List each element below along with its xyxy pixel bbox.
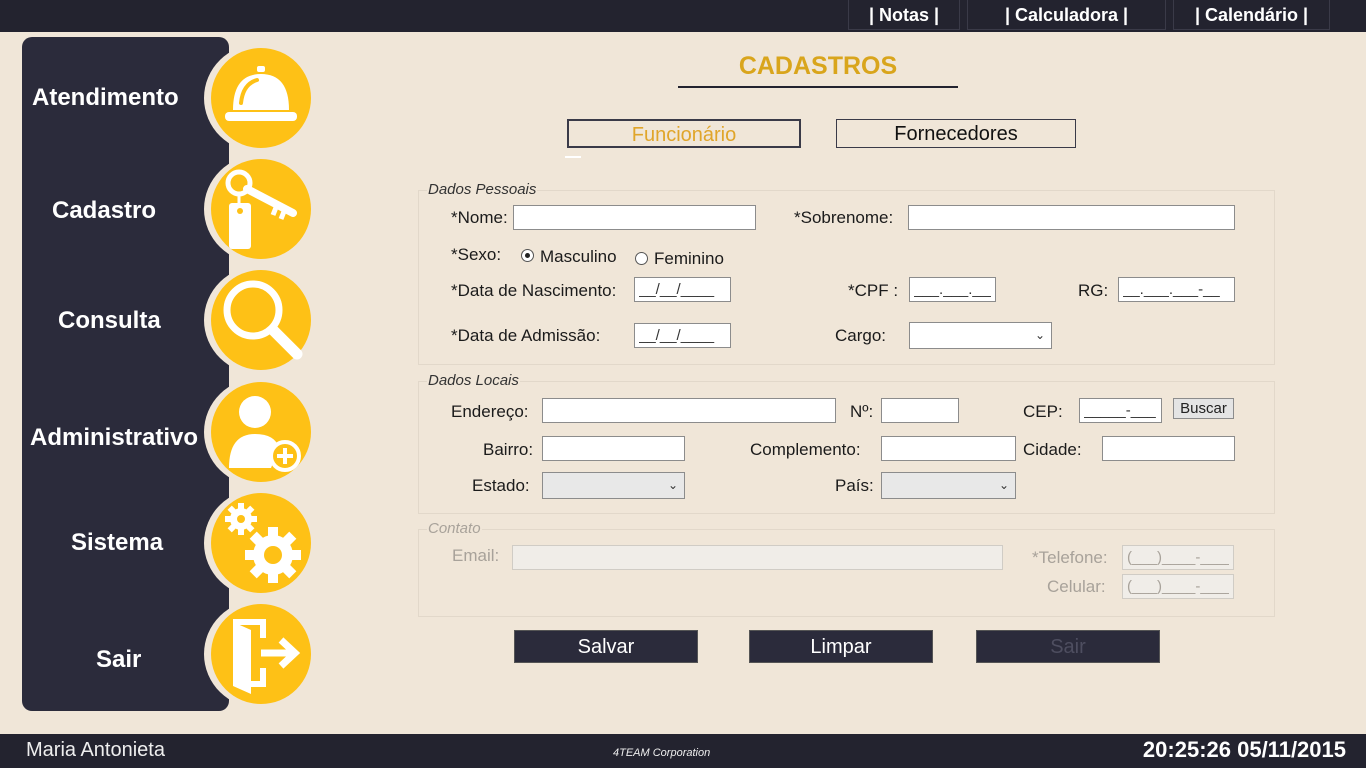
sidebar-item-administrativo[interactable]: Administrativo [30, 424, 198, 452]
gears-icon[interactable] [204, 489, 314, 597]
contato-title: Contato [427, 520, 482, 537]
complemento-label: Complemento: [750, 440, 861, 459]
title-underline [678, 86, 958, 88]
masculino-radio[interactable] [521, 249, 534, 262]
email-label: Email: [452, 546, 500, 565]
limpar-button[interactable]: Limpar [749, 630, 933, 663]
tab-indicator [565, 156, 581, 158]
pais-select[interactable]: ⌄ [881, 472, 1016, 499]
pais-label: País: [835, 476, 874, 495]
status-bar: Maria Antonieta 4TEAM Corporation 20:25:… [0, 734, 1366, 768]
data-admissao-label: *Data de Admissão: [451, 326, 601, 345]
dados-locais-title: Dados Locais [427, 372, 520, 389]
buscar-button[interactable]: Buscar [1173, 398, 1234, 419]
sexo-label: *Sexo: [451, 245, 502, 264]
sidebar-item-sair[interactable]: Sair [96, 646, 141, 674]
tab-fornecedores[interactable]: Fornecedores [836, 119, 1076, 148]
feminino-radio[interactable] [635, 252, 648, 265]
cep-label: CEP: [1023, 402, 1063, 421]
sidebar-item-sistema[interactable]: Sistema [71, 529, 163, 557]
telefone-label: *Telefone: [1032, 548, 1108, 567]
tab-funcionario[interactable]: Funcionário [567, 119, 801, 148]
masculino-label[interactable]: Masculino [540, 247, 617, 267]
data-nascimento-label: *Data de Nascimento: [451, 281, 617, 300]
chevron-down-icon: ⌄ [998, 478, 1009, 492]
estado-select[interactable]: ⌄ [542, 472, 685, 499]
sidebar-item-atendimento[interactable]: Atendimento [32, 84, 179, 112]
exit-door-icon[interactable] [204, 600, 314, 708]
sidebar-item-consulta[interactable]: Consulta [58, 307, 161, 335]
feminino-label[interactable]: Feminino [654, 249, 724, 269]
cidade-label: Cidade: [1023, 440, 1082, 459]
service-bell-icon[interactable] [204, 44, 314, 152]
datetime-display: 20:25:26 05/11/2015 [1142, 737, 1346, 762]
numero-label: Nº: [850, 402, 874, 421]
cpf-input[interactable] [909, 277, 996, 302]
complemento-input[interactable] [881, 436, 1016, 461]
top-bar: | Notas | | Calculadora | | Calendário | [0, 0, 1366, 32]
celular-input[interactable] [1122, 574, 1234, 599]
sobrenome-label: *Sobrenome: [794, 208, 894, 227]
sobrenome-input[interactable] [908, 205, 1235, 230]
chevron-down-icon: ⌄ [667, 478, 678, 492]
page-title: CADASTROS [738, 52, 898, 80]
chevron-down-icon: ⌄ [1034, 328, 1045, 342]
data-admissao-input[interactable] [634, 323, 731, 348]
endereco-input[interactable] [542, 398, 836, 423]
nome-input[interactable] [513, 205, 756, 230]
cargo-label: Cargo: [835, 326, 887, 345]
bairro-label: Bairro: [483, 440, 534, 459]
numero-input[interactable] [881, 398, 959, 423]
sair-button[interactable]: Sair [976, 630, 1160, 663]
endereco-label: Endereço: [451, 402, 529, 421]
bairro-input[interactable] [542, 436, 685, 461]
calculadora-button[interactable]: | Calculadora | [967, 0, 1166, 30]
cep-input[interactable] [1079, 398, 1162, 423]
celular-label: Celular: [1047, 577, 1106, 596]
calendario-button[interactable]: | Calendário | [1173, 0, 1330, 30]
rg-input[interactable] [1118, 277, 1235, 302]
dados-pessoais-title: Dados Pessoais [427, 181, 538, 198]
data-nascimento-input[interactable] [634, 277, 731, 302]
sidebar-item-cadastro[interactable]: Cadastro [52, 197, 156, 225]
estado-label: Estado: [472, 476, 530, 495]
sidebar [22, 37, 229, 711]
user-name: Maria Antonieta [26, 739, 165, 761]
company-name: 4TEAM Corporation [613, 747, 711, 759]
key-tag-icon[interactable] [204, 155, 314, 263]
notas-button[interactable]: | Notas | [848, 0, 960, 30]
email-input[interactable] [512, 545, 1003, 570]
rg-label: RG: [1078, 281, 1109, 300]
cidade-input[interactable] [1102, 436, 1235, 461]
contato-group: Contato [418, 520, 1275, 617]
cpf-label: *CPF : [848, 281, 899, 300]
add-user-icon[interactable] [204, 378, 314, 486]
nome-label: *Nome: [451, 208, 508, 227]
salvar-button[interactable]: Salvar [514, 630, 698, 663]
cargo-select[interactable]: ⌄ [909, 322, 1052, 349]
telefone-input[interactable] [1122, 545, 1234, 570]
magnifier-icon[interactable] [204, 266, 314, 374]
